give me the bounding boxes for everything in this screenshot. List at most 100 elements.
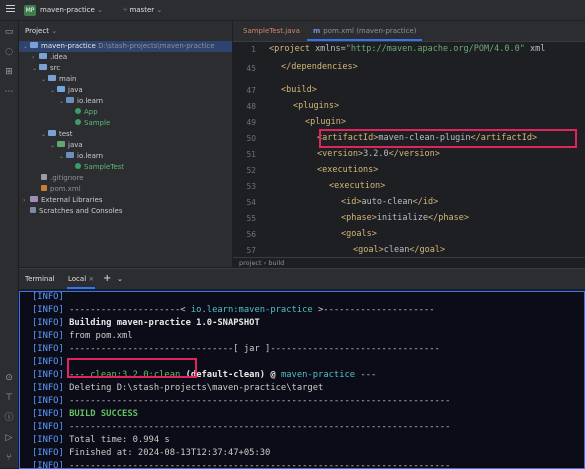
- new-tab-icon[interactable]: +: [103, 269, 111, 289]
- tree-item-label: SampleTest: [84, 163, 125, 171]
- tree-item-label: io.learn: [77, 152, 104, 160]
- code-line: <version>3.2.0</version>: [317, 149, 440, 159]
- tab-local[interactable]: Local ×: [67, 269, 96, 289]
- tree-item-label: src: [50, 64, 61, 72]
- git-icon[interactable]: ⑂: [4, 453, 14, 463]
- tree-item-scratches[interactable]: Scratches and Consoles: [19, 206, 232, 217]
- vcs-icon[interactable]: ◌: [4, 47, 14, 57]
- tree-item-pom[interactable]: pom.xml: [19, 184, 232, 195]
- tree-item-external-libraries[interactable]: › External Libraries: [19, 195, 232, 206]
- chevron-right-icon: ›: [23, 197, 26, 204]
- close-icon[interactable]: ×: [88, 275, 94, 283]
- project-panel-title: Project: [25, 27, 49, 35]
- tab-pom[interactable]: m pom.xml (maven-practice): [307, 21, 423, 41]
- line-number: 45: [246, 64, 256, 73]
- line-number: 50: [246, 134, 256, 143]
- folder-icon: [48, 75, 56, 81]
- tab-label: Local: [68, 275, 87, 283]
- code-line: <build>: [281, 85, 317, 95]
- tree-item-sample[interactable]: Sample: [19, 118, 232, 129]
- main-menu-icon[interactable]: [6, 5, 15, 15]
- tree-item-app[interactable]: App: [19, 107, 232, 118]
- terminal-line: [INFO] from pom.xml: [32, 331, 133, 341]
- tree-item-label: Sample: [84, 119, 111, 127]
- tree-item-test-package[interactable]: ⌄ io.learn: [19, 151, 232, 162]
- code-line: <plugins>: [293, 101, 340, 111]
- tree-item-src[interactable]: ⌄ src: [19, 63, 232, 74]
- tree-item-label: App: [84, 108, 98, 116]
- chevron-right-icon: ›: [32, 54, 35, 61]
- build-icon[interactable]: ⊤: [4, 393, 14, 403]
- branch-switcher[interactable]: ⑂ master ⌄: [123, 4, 162, 16]
- breadcrumb-item[interactable]: project: [239, 259, 262, 267]
- terminal-line: [INFO] ---------------------------------…: [32, 396, 451, 406]
- terminal-line: [INFO] Deleting D:\stash-projects\maven-…: [32, 383, 324, 393]
- chevron-down-icon: ⌄: [41, 76, 47, 83]
- terminal-line: [INFO]: [32, 357, 64, 367]
- tree-item-main-package[interactable]: ⌄ io.learn: [19, 96, 232, 107]
- terminal-line: [INFO]: [32, 292, 64, 302]
- chevron-down-icon: ⌄: [50, 142, 56, 149]
- terminal-output[interactable]: [INFO] [INFO] ---------------------< io.…: [19, 291, 585, 469]
- java-class-icon: [75, 108, 81, 114]
- tree-item-label: maven-practice: [41, 42, 96, 50]
- line-number: 55: [246, 214, 256, 223]
- maven-icon: m: [313, 27, 321, 35]
- line-number: 49: [246, 118, 256, 127]
- tree-item-gitignore[interactable]: .gitignore: [19, 173, 232, 184]
- folder-icon: [48, 130, 56, 136]
- tree-item-idea[interactable]: › .idea: [19, 52, 232, 63]
- project-switcher[interactable]: MP maven-practice ⌄: [24, 4, 103, 16]
- tree-item-label: pom.xml: [50, 185, 81, 193]
- folder-icon: [39, 53, 47, 59]
- highlight-box-clean-goal: [67, 358, 197, 378]
- chevron-down-icon: ⌄: [59, 98, 65, 105]
- terminal-line: [INFO] Finished at: 2024-08-13T12:37:47+…: [32, 448, 271, 458]
- branch-name: master: [129, 6, 155, 14]
- terminal-line: [INFO] BUILD SUCCESS: [32, 409, 138, 419]
- chevron-down-icon[interactable]: ⌄: [117, 269, 123, 289]
- tree-item-root[interactable]: ⌄ maven-practice D:\stash-projects\maven-…: [19, 41, 232, 52]
- code-line: <goal>clean</goal>: [353, 245, 446, 255]
- tree-item-sampletest[interactable]: SampleTest: [19, 162, 232, 173]
- tree-item-test[interactable]: ⌄ test: [19, 129, 232, 140]
- folder-icon[interactable]: ▭: [4, 27, 14, 37]
- code-line: <goals>: [341, 229, 377, 239]
- tree-item-label: .idea: [50, 53, 68, 61]
- terminal-line: [INFO] -------------------------------[ …: [32, 344, 440, 354]
- code-line: <execution>: [329, 181, 386, 191]
- code-line: <executions>: [317, 165, 379, 175]
- structure-icon[interactable]: ⊞: [4, 67, 14, 77]
- java-class-icon: [75, 119, 81, 125]
- code-line: <plugin>: [305, 117, 346, 127]
- tree-item-label: java: [68, 86, 83, 94]
- tab-sampletest[interactable]: SampleTest.java: [237, 21, 306, 41]
- folder-icon: [39, 64, 47, 70]
- terminal-tabs: Terminal Local × + ⌄: [19, 269, 585, 289]
- tree-item-main[interactable]: ⌄ main: [19, 74, 232, 85]
- chevron-down-icon: ⌄: [59, 153, 65, 160]
- source-folder-icon: [57, 86, 65, 92]
- project-name: maven-practice: [40, 6, 95, 14]
- breadcrumb-item[interactable]: build: [268, 259, 284, 267]
- branch-icon: ⑂: [123, 6, 128, 14]
- line-number: 51: [246, 150, 256, 159]
- problems-icon[interactable]: ⓘ: [4, 413, 14, 423]
- tree-item-test-java[interactable]: ⌄ java: [19, 140, 232, 151]
- line-number: 52: [246, 166, 256, 175]
- folder-icon: [30, 42, 38, 48]
- more-icon[interactable]: ⋯: [4, 87, 14, 97]
- code-area[interactable]: <project xmlns="http://maven.apache.org/…: [269, 43, 585, 255]
- chevron-down-icon: ⌄: [23, 43, 29, 50]
- services-icon[interactable]: ⊙: [4, 373, 14, 383]
- run-icon[interactable]: ▷: [4, 433, 14, 443]
- library-icon: [30, 196, 38, 202]
- tree-item-path: D:\stash-projects\maven-practice: [98, 42, 215, 50]
- chevron-down-icon: ⌄: [32, 65, 38, 72]
- tree-item-main-java[interactable]: ⌄ java: [19, 85, 232, 96]
- tree-item-label: main: [59, 75, 77, 83]
- chevron-down-icon: ⌄: [50, 87, 56, 94]
- project-panel-header[interactable]: Project ⌄: [25, 27, 57, 35]
- line-number-gutter: 1 45 47 48 49 50 51 52 53 54 55 56 57: [233, 43, 259, 255]
- code-line: <phase>initialize</phase>: [341, 213, 469, 223]
